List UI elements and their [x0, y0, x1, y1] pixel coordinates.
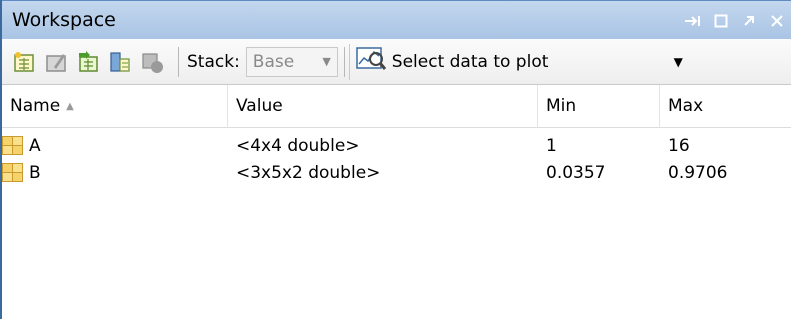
variable-name: B [29, 162, 41, 183]
matrix-variable-icon [2, 163, 23, 182]
window-controls [679, 1, 791, 40]
variable-min: 0.0357 [546, 162, 606, 183]
table-row[interactable]: A <4x4 double> 1 16 [2, 132, 791, 159]
toolbar: Stack: Base ▼ Select data to plot ▼ [2, 39, 791, 85]
chevron-down-icon: ▼ [322, 55, 331, 68]
delete-variable-icon[interactable] [140, 50, 164, 74]
row-name-cell: B [2, 163, 228, 183]
toolbar-separator [178, 46, 179, 77]
plot-selector[interactable]: Select data to plot ▼ [348, 43, 691, 80]
toolbar-separator [343, 46, 345, 77]
table-body: A <4x4 double> 1 16 B <3x5x2 double> 0.0… [2, 128, 791, 186]
save-workspace-icon[interactable] [108, 50, 132, 74]
row-name-cell: A [2, 136, 228, 156]
column-header-value-label: Value [236, 96, 283, 116]
open-variable-icon[interactable] [44, 50, 68, 74]
maximize-icon[interactable] [707, 7, 735, 35]
stack-dropdown[interactable]: Base ▼ [245, 46, 338, 77]
matrix-variable-icon [2, 136, 23, 155]
column-header-min-label: Min [546, 96, 577, 116]
column-header-value[interactable]: Value [228, 84, 538, 128]
sort-ascending-icon: ▲ [66, 100, 74, 112]
variable-max: 0.9706 [668, 162, 728, 183]
chevron-down-icon: ▼ [673, 54, 683, 69]
undock-icon[interactable] [735, 7, 763, 35]
new-variable-icon[interactable] [12, 50, 36, 74]
stack-value: Base [252, 51, 295, 72]
dock-icon[interactable] [679, 7, 707, 35]
column-header-name[interactable]: Name ▲ [2, 84, 228, 128]
title-bar: Workspace [2, 0, 791, 39]
stack-label: Stack: [187, 51, 240, 72]
variable-min: 1 [546, 135, 557, 156]
column-header-min[interactable]: Min [538, 84, 660, 128]
workspace-window: Workspace Stack: Base ▼ Select data to p… [0, 0, 791, 319]
variable-max: 16 [668, 135, 690, 156]
plot-selector-label: Select data to plot [391, 51, 549, 72]
table-row[interactable]: B <3x5x2 double> 0.0357 0.9706 [2, 159, 791, 186]
variable-name: A [29, 135, 41, 156]
table-header: Name ▲ Value Min Max [2, 84, 791, 128]
variable-value: <4x4 double> [236, 135, 360, 156]
plot-icon [356, 46, 386, 77]
column-header-max-label: Max [668, 96, 704, 116]
column-header-max[interactable]: Max [660, 85, 791, 128]
close-icon[interactable] [763, 7, 791, 35]
variable-value: <3x5x2 double> [236, 162, 381, 183]
window-title: Workspace [12, 9, 116, 31]
import-data-icon[interactable] [76, 50, 100, 74]
column-header-name-label: Name [10, 96, 61, 116]
